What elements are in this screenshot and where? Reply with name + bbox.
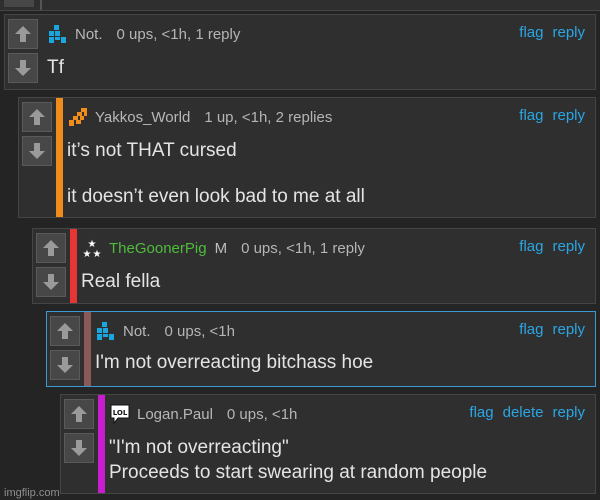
comment-meta: 0 ups, <1h — [226, 405, 298, 423]
reply-link[interactable]: reply — [552, 238, 585, 255]
comment-header: Yakkos_World 1 up, <1h, 2 replies — [67, 107, 585, 127]
comment-meta: 0 ups, <1h, 1 reply — [116, 25, 241, 43]
upvote-button[interactable] — [50, 316, 80, 346]
comment-header: Not. 0 ups, <1h — [95, 321, 585, 341]
arrow-up-icon — [71, 406, 87, 422]
arrow-down-icon — [43, 274, 59, 290]
arrow-down-icon — [29, 143, 45, 159]
arrow-up-icon — [29, 109, 45, 125]
vote-column — [5, 15, 41, 89]
flag-link[interactable]: flag — [469, 404, 493, 421]
svg-text:★: ★ — [83, 249, 92, 259]
comment-body: ★ ★ ★ TheGoonerPig M 0 ups, <1h, 1 reply… — [81, 229, 585, 303]
comment-body: Not. 0 ups, <1h flag reply I'm not overr… — [95, 312, 585, 386]
comment-text: Tf — [47, 55, 64, 80]
flag-link[interactable]: flag — [519, 107, 543, 124]
reply-link[interactable]: reply — [552, 24, 585, 41]
svg-text:★: ★ — [93, 249, 102, 259]
upvote-button[interactable] — [64, 399, 94, 429]
lol-icon: LOL — [110, 404, 130, 425]
comment-line: Proceeds to start swearing at random peo… — [109, 462, 488, 483]
vote-column — [61, 395, 97, 493]
reply-link[interactable]: reply — [552, 107, 585, 124]
comment-actions: flag reply — [519, 321, 585, 338]
downvote-button[interactable] — [64, 433, 94, 463]
comment-text: I'm not overreacting bitchass hoe — [95, 350, 373, 375]
downvote-button[interactable] — [8, 53, 38, 83]
comment-text: it’s not THAT cursed it doesn’t even loo… — [67, 138, 365, 209]
comment-not-2: Not. 0 ups, <1h flag reply I'm not overr… — [46, 311, 596, 387]
comment-body: Yakkos_World 1 up, <1h, 2 replies flag r… — [67, 98, 585, 217]
comment-text: Real fella — [81, 269, 160, 294]
comment-line: it’s not THAT cursed — [67, 140, 237, 161]
previous-divider — [40, 0, 42, 10]
mod-tag: M — [214, 239, 228, 257]
username[interactable]: TheGoonerPig — [109, 240, 207, 257]
comment-yakkos-world: Yakkos_World 1 up, <1h, 2 replies flag r… — [18, 97, 596, 218]
delete-link[interactable]: delete — [503, 404, 544, 421]
arrow-down-icon — [15, 60, 31, 76]
comment-line: Tf — [47, 57, 64, 78]
arrow-down-icon — [57, 357, 73, 373]
comment-line: it doesn’t even look bad to me at all — [67, 186, 365, 207]
comment-meta: 0 ups, <1h — [164, 322, 235, 340]
upvote-button[interactable] — [8, 19, 38, 49]
comment-actions: flag delete reply — [469, 404, 585, 421]
upvote-button[interactable] — [22, 102, 52, 132]
comment-meta: 1 up, <1h, 2 replies — [204, 108, 333, 126]
svg-text:LOL: LOL — [113, 409, 128, 417]
stars-icon: ★ ★ ★ — [81, 237, 103, 259]
previous-downvote-edge — [4, 0, 34, 7]
vote-column — [47, 312, 83, 386]
comment-logan-paul: LOL Logan.Paul 0 ups, <1h flag delete re… — [60, 394, 596, 494]
reply-link[interactable]: reply — [552, 321, 585, 338]
comment-header: Not. 0 ups, <1h, 1 reply — [47, 24, 585, 44]
flag-link[interactable]: flag — [519, 238, 543, 255]
previous-comment-edge — [0, 0, 600, 11]
blue-pixel-icon — [49, 25, 66, 43]
thread-stripe — [84, 312, 91, 386]
downvote-button[interactable] — [50, 350, 80, 380]
comment-not-1: Not. 0 ups, <1h, 1 reply flag reply Tf — [4, 14, 596, 90]
vote-column — [33, 229, 69, 303]
reply-link[interactable]: reply — [552, 404, 585, 421]
comment-thegoonerpig: ★ ★ ★ TheGoonerPig M 0 ups, <1h, 1 reply… — [32, 228, 596, 304]
comment-header: ★ ★ ★ TheGoonerPig M 0 ups, <1h, 1 reply — [81, 237, 585, 259]
username[interactable]: Not. — [75, 26, 103, 43]
blue-pixel-icon — [97, 322, 114, 340]
thread-stripe — [98, 395, 105, 493]
comment-body: LOL Logan.Paul 0 ups, <1h flag delete re… — [109, 395, 585, 493]
downvote-button[interactable] — [36, 267, 66, 297]
flag-link[interactable]: flag — [519, 321, 543, 338]
arrow-up-icon — [15, 26, 31, 42]
comment-text: "I'm not overreacting" Proceeds to start… — [109, 435, 487, 485]
comment-actions: flag reply — [519, 24, 585, 41]
arrow-down-icon — [71, 440, 87, 456]
arrow-up-icon — [57, 323, 73, 339]
comment-meta: 0 ups, <1h, 1 reply — [241, 239, 365, 257]
arrow-up-icon — [43, 240, 59, 256]
vote-column — [19, 98, 55, 217]
watermark: imgflip.com — [4, 487, 60, 499]
comment-body: Not. 0 ups, <1h, 1 reply flag reply Tf — [47, 15, 585, 89]
username[interactable]: Logan.Paul — [137, 406, 213, 423]
orange-pixel-icon — [69, 108, 87, 126]
comment-actions: flag reply — [519, 107, 585, 124]
comment-line: "I'm not overreacting" — [109, 437, 289, 458]
username[interactable]: Not. — [123, 323, 151, 340]
comment-line: I'm not overreacting bitchass hoe — [95, 352, 374, 373]
flag-link[interactable]: flag — [519, 24, 543, 41]
thread-stripe — [70, 229, 77, 303]
username[interactable]: Yakkos_World — [95, 109, 190, 126]
downvote-button[interactable] — [22, 136, 52, 166]
upvote-button[interactable] — [36, 233, 66, 263]
comment-actions: flag reply — [519, 238, 585, 255]
comment-line: Real fella — [81, 271, 161, 292]
thread-stripe — [56, 98, 63, 217]
